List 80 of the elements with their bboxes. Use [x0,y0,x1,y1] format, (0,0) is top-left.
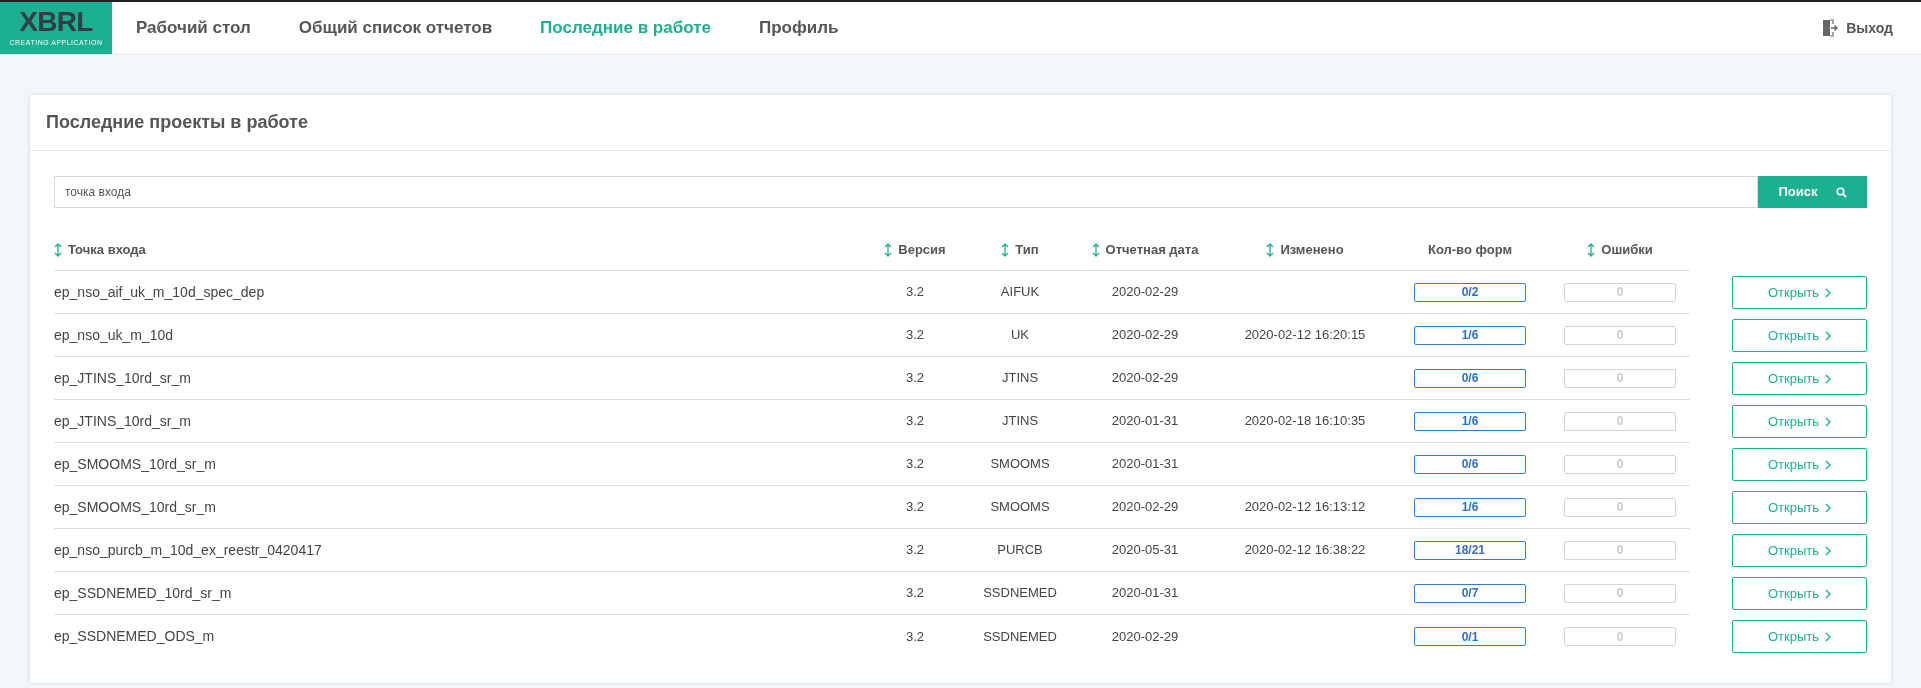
table-cell-text: 3.2 [905,326,925,345]
table-cell-text: UK [1010,326,1030,345]
form-count-badge: 0/1 [1414,627,1526,646]
nav-tab[interactable]: Общий список отчетов [298,15,493,41]
sort-icon [1091,242,1100,257]
search-field[interactable]: точка входа [54,176,1758,208]
logo-title: XBRL [19,7,93,36]
table-cell-text: 3.2 [905,283,925,302]
sort-icon [884,242,893,257]
nav-tab[interactable]: Рабочий стол [136,15,251,41]
table-cell-text: ep_nso_purcb_m_10d_ex_reestr_0420417 [54,540,322,560]
sort-icon [1587,242,1596,257]
sort-icon [1266,242,1275,257]
table-cell-text: 3.2 [905,498,925,517]
table-cell-text: 3.2 [905,455,925,474]
table-cell-text: ep_SSDNEMED_ODS_m [54,627,215,646]
logout-button[interactable]: Выход [1822,2,1893,54]
table-cell-text: SSDNEMED [983,627,1057,646]
column-header[interactable]: Отчетная дата [1091,239,1199,260]
table-cell-text: 2020-02-29 [1111,283,1179,302]
sort-icon [1001,242,1010,257]
form-count-badge: 0/6 [1414,368,1526,388]
chevron-right-icon [1825,545,1832,556]
chevron-right-icon [1825,502,1832,513]
chevron-right-icon [1825,373,1832,384]
table-cell-text: JTINS [1001,412,1039,431]
table-cell-text: 2020-05-31 [1111,541,1179,560]
table-cell-text: 3.2 [905,627,925,646]
table-cell-text: ep_nso_uk_m_10d [54,325,174,345]
chevron-right-icon [1825,416,1832,427]
table-cell-text: ep_SMOOMS_10rd_sr_m [54,497,216,517]
table-cell-text: AIFUK [1000,283,1040,302]
table-cell-text: ep_nso_aif_uk_m_10d_spec_dep [54,282,265,302]
table-cell-text: ep_JTINS_10rd_sr_m [54,368,191,388]
chevron-right-icon [1825,631,1832,642]
table-cell-text: SMOOMS [990,498,1050,517]
table-cell-text: ep_JTINS_10rd_sr_m [54,411,191,431]
card-title: Последние проекты в работе [46,111,308,134]
column-header[interactable]: Ошибки [1587,239,1653,260]
table-cell-text: 2020-02-29 [1111,326,1179,345]
table-cell-text: 2020-01-31 [1111,412,1179,431]
table-cell-text: SMOOMS [990,455,1050,474]
form-count-badge: 0/6 [1414,454,1526,474]
form-count-badge: 0/2 [1414,282,1526,302]
table-cell-text: 2020-02-12 16:38:22 [1244,541,1366,560]
table-cell-text: PURCB [997,541,1043,560]
form-count-badge: 1/6 [1414,325,1526,345]
table-cell-text: 3.2 [905,584,925,603]
form-count-badge: 1/6 [1414,497,1526,517]
table-cell-text: ep_SMOOMS_10rd_sr_m [54,454,216,474]
chevron-right-icon [1825,588,1832,599]
sort-icon [54,242,62,257]
table-cell-text: 2020-01-31 [1111,584,1179,603]
form-count-badge: 0/7 [1414,583,1526,603]
form-count-badge: 1/6 [1414,411,1526,431]
chevron-right-icon [1825,287,1832,298]
table-cell-text: 2020-02-12 16:13:12 [1244,498,1366,517]
search-icon [1835,186,1847,198]
logout-icon [1822,19,1839,37]
column-header[interactable]: Точка входа [54,239,146,260]
table-cell-text: 2020-02-29 [1111,369,1179,388]
table-cell-text: 2020-02-29 [1111,498,1179,517]
table-cell-text: 2020-02-12 16:20:15 [1244,326,1366,345]
chevron-right-icon [1825,459,1832,470]
table-cell-text: JTINS [1001,369,1039,388]
table-cell-text: ep_SSDNEMED_10rd_sr_m [54,583,232,603]
table-cell-text: 3.2 [905,541,925,560]
table-cell-text: 3.2 [905,369,925,388]
nav-tab[interactable]: Профиль [758,15,839,41]
column-header[interactable]: Версия [884,239,946,260]
form-count-badge: 18/21 [1414,540,1526,560]
table-cell-text: 2020-01-31 [1111,455,1179,474]
column-header[interactable]: Изменено [1266,239,1344,260]
chevron-right-icon [1825,330,1832,341]
column-header[interactable]: Кол-во форм [1427,239,1512,260]
table-cell-text: 2020-02-18 16:10:35 [1244,412,1366,431]
table-cell-text: 3.2 [905,412,925,431]
column-header[interactable]: Тип [1001,239,1039,260]
table-cell-text: SSDNEMED [983,584,1057,603]
table-cell-text: 2020-02-29 [1111,627,1179,646]
